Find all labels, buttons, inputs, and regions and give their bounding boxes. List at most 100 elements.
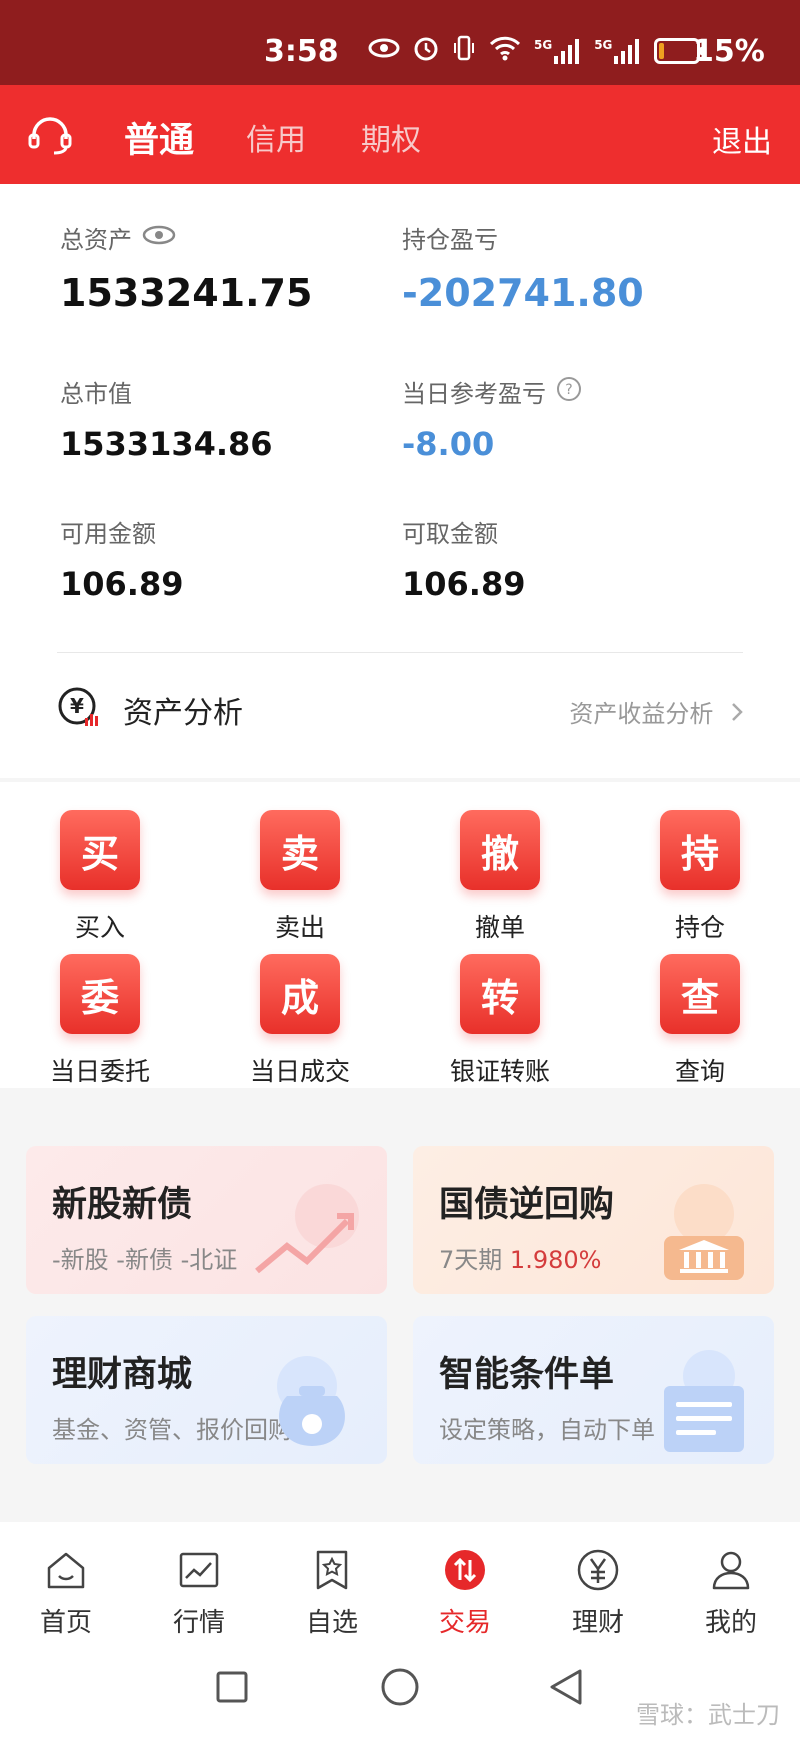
svg-text:?: ? [565, 382, 572, 398]
total-assets-label: 总资产 [60, 226, 132, 254]
today-orders-icon: 委 [60, 954, 140, 1034]
position-pnl-label: 持仓盈亏 [402, 226, 498, 254]
recent-apps-icon[interactable] [215, 1670, 249, 1708]
today-orders-label: 当日委托 [49, 1057, 150, 1086]
wealth-mall-title: 理财商城 [52, 1355, 193, 1395]
cancel-order-label: 撤单 [474, 913, 525, 942]
asset-return-analysis-link[interactable]: 资产收益分析 [569, 694, 743, 729]
cancel-order-button[interactable]: 撤 撤单 [420, 810, 580, 944]
asset-analysis-row[interactable]: ¥ 资产分析 资产收益分析 [57, 684, 743, 734]
status-time: 3:58 [264, 34, 339, 69]
withdrawable-value: 106.89 [402, 565, 526, 603]
customer-service-icon[interactable] [28, 115, 72, 155]
today-trades-button[interactable]: 成 当日成交 [220, 954, 380, 1088]
chevron-right-icon [731, 700, 743, 728]
sell-label: 卖出 [274, 913, 325, 942]
reverse-repo-title: 国债逆回购 [439, 1185, 615, 1225]
function-grid: 买 买入 卖 卖出 撤 撤单 持 持仓 委 当日委托 成 当日成交 转 银证转账… [0, 782, 800, 1088]
total-assets-value: 1533241.75 [60, 271, 313, 315]
divider [57, 652, 743, 653]
tab-credit[interactable]: 信用 [246, 115, 306, 159]
positions-label: 持仓 [674, 913, 725, 942]
available-label: 可用金额 [60, 520, 156, 548]
nav-trade-label: 交易 [438, 1608, 491, 1638]
alarm-icon [412, 34, 440, 68]
bottom-nav: 首页 行情 自选 交易 理财 我的 [0, 1522, 800, 1640]
money-bag-icon [247, 1346, 367, 1456]
today-orders-button[interactable]: 委 当日委托 [20, 954, 180, 1088]
nav-home[interactable]: 首页 [6, 1548, 126, 1639]
tab-options[interactable]: 期权 [361, 115, 421, 159]
smart-order-subtitle: 设定策略，自动下单 [439, 1416, 655, 1444]
assets-panel: 总资产 1533241.75 持仓盈亏 -202741.80 总市值 15331… [0, 184, 800, 778]
cancel-order-icon: 撤 [460, 810, 540, 890]
buy-icon: 买 [60, 810, 140, 890]
nav-me-label: 我的 [704, 1608, 757, 1638]
buy-button[interactable]: 买 买入 [20, 810, 180, 944]
new-shares-title: 新股新债 [52, 1185, 193, 1225]
reverse-repo-rate: 1.980% [509, 1246, 602, 1274]
home-circle-icon[interactable] [380, 1667, 420, 1711]
nav-market[interactable]: 行情 [139, 1548, 259, 1639]
buy-label: 买入 [74, 913, 125, 942]
app-header: 普通 信用 期权 退出 [0, 85, 800, 184]
daily-pnl-value: -8.00 [402, 425, 495, 463]
query-button[interactable]: 查 查询 [620, 954, 780, 1088]
system-nav-bar: 雪球：武士刀 [0, 1640, 800, 1737]
signal-icon-2: 5G [594, 38, 642, 64]
nav-watchlist[interactable]: 自选 [272, 1548, 392, 1639]
eye-icon [368, 37, 400, 65]
reverse-repo-card[interactable]: 国债逆回购 7天期 1.980% [413, 1146, 774, 1294]
available-funds: 可用金额 106.89 [60, 514, 183, 603]
new-shares-subtitle: -新股 -新债 -北证 [52, 1246, 238, 1274]
position-pnl-value: -202741.80 [402, 271, 644, 315]
daily-pnl: 当日参考盈亏 ? -8.00 [402, 374, 582, 463]
status-bar: 3:58 5G 5G 15% [0, 0, 800, 85]
positions-button[interactable]: 持 持仓 [620, 810, 780, 944]
positions-icon: 持 [660, 810, 740, 890]
asset-analysis-icon: ¥ [57, 686, 101, 734]
wealth-mall-card[interactable]: 理财商城 基金、资管、报价回购等 [26, 1316, 387, 1464]
today-trades-label: 当日成交 [249, 1057, 350, 1086]
smart-order-card[interactable]: 智能条件单 设定策略，自动下单 [413, 1316, 774, 1464]
signal-icon-1: 5G [534, 38, 582, 64]
tab-normal[interactable]: 普通 [124, 112, 194, 163]
nav-me[interactable]: 我的 [671, 1548, 791, 1639]
market-value: 总市值 1533134.86 [60, 374, 273, 463]
bank-transfer-icon: 转 [460, 954, 540, 1034]
daily-pnl-label: 当日参考盈亏 [402, 380, 546, 408]
smart-order-title: 智能条件单 [439, 1355, 615, 1395]
bank-icon [634, 1176, 754, 1286]
sell-button[interactable]: 卖 卖出 [220, 810, 380, 944]
withdrawable-funds: 可取金额 106.89 [402, 514, 525, 603]
back-icon[interactable] [548, 1667, 584, 1711]
nav-trade[interactable]: 交易 [405, 1548, 525, 1639]
today-trades-icon: 成 [260, 954, 340, 1034]
chart-icon [139, 1548, 259, 1592]
query-label: 查询 [674, 1057, 725, 1086]
reverse-repo-period: 7天期 [439, 1246, 503, 1274]
nav-wealth[interactable]: 理财 [538, 1548, 658, 1639]
position-pnl: 持仓盈亏 -202741.80 [402, 220, 644, 315]
svg-text:¥: ¥ [70, 694, 84, 718]
bank-transfer-button[interactable]: 转 银证转账 [420, 954, 580, 1088]
yen-icon [538, 1548, 658, 1592]
rising-chart-icon [247, 1176, 367, 1286]
eye-toggle-icon[interactable] [142, 224, 176, 252]
user-icon [671, 1548, 791, 1592]
sell-icon: 卖 [260, 810, 340, 890]
logout-button[interactable]: 退出 [712, 117, 772, 161]
document-list-icon [634, 1346, 754, 1456]
wifi-icon [488, 35, 522, 67]
trade-icon [405, 1548, 525, 1592]
home-icon [6, 1548, 126, 1592]
available-value: 106.89 [60, 565, 184, 603]
market-value-label: 总市值 [60, 380, 132, 408]
total-assets: 总资产 1533241.75 [60, 220, 312, 315]
battery-percent: 15% [693, 34, 765, 69]
new-shares-card[interactable]: 新股新债 -新股 -新债 -北证 [26, 1146, 387, 1294]
help-icon[interactable]: ? [556, 376, 582, 408]
nav-home-label: 首页 [39, 1608, 92, 1638]
vibrate-icon [452, 34, 476, 68]
watermark: 雪球：武士刀 [636, 1701, 780, 1729]
